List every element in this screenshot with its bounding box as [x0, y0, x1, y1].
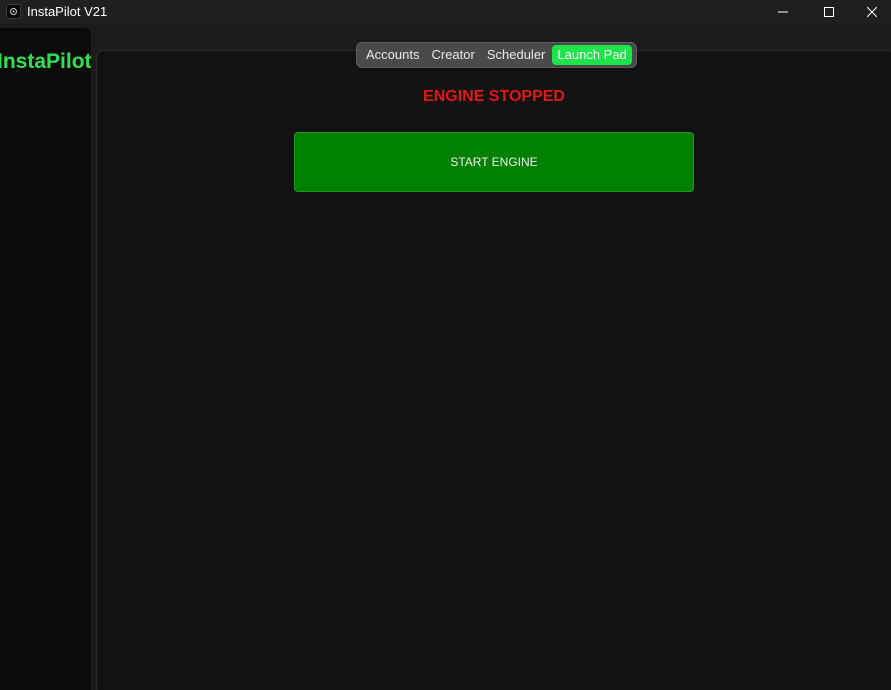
start-engine-button[interactable]: START ENGINE	[294, 132, 694, 192]
minimize-icon	[778, 11, 788, 13]
minimize-button[interactable]	[760, 0, 806, 24]
maximize-icon	[824, 7, 834, 17]
tab-launch-pad[interactable]: Launch Pad	[552, 45, 632, 65]
close-button[interactable]	[852, 0, 891, 24]
start-engine-button-label: START ENGINE	[450, 155, 538, 169]
close-icon	[866, 7, 877, 17]
app-window: InstaPilot V21 InstaPilot Accounts Creat…	[0, 0, 891, 690]
tab-bar: Accounts Creator Scheduler Launch Pad	[356, 42, 637, 68]
tab-scheduler[interactable]: Scheduler	[482, 45, 551, 65]
tab-accounts[interactable]: Accounts	[361, 45, 424, 65]
tab-creator[interactable]: Creator	[426, 45, 479, 65]
sidebar: InstaPilot	[0, 28, 91, 690]
maximize-button[interactable]	[806, 0, 852, 24]
title-bar[interactable]: InstaPilot V21	[0, 0, 891, 24]
sidebar-logo: InstaPilot	[0, 50, 91, 73]
app-logo-icon	[6, 4, 21, 19]
engine-status-label: ENGINE STOPPED	[423, 88, 565, 105]
window-title: InstaPilot V21	[27, 4, 108, 19]
